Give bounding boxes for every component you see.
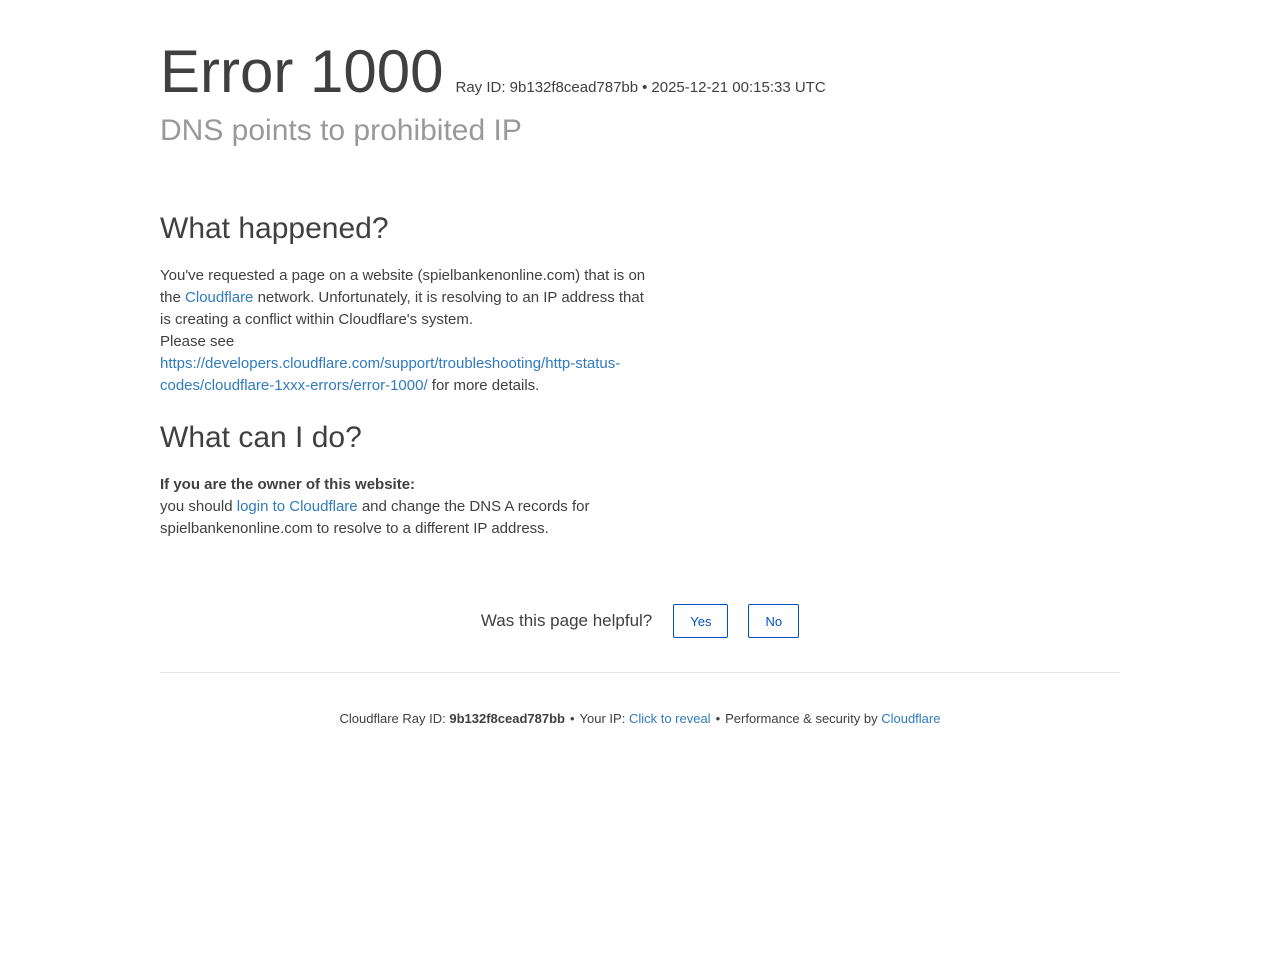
footer-cloudflare-link[interactable]: Cloudflare <box>881 711 940 726</box>
what-can-i-do-heading: What can I do? <box>160 421 362 454</box>
cloudflare-link[interactable]: Cloudflare <box>185 289 253 306</box>
owner-label: If you are the owner of this website: <box>160 476 416 493</box>
ray-info: Ray ID: 9b132f8cead787bb • 2025-12-21 00:1… <box>455 79 825 96</box>
error-title: Error 1000 <box>160 38 444 105</box>
footer-separator: • <box>569 711 575 726</box>
footer: Cloudflare Ray ID: 9b132f8cead787bb • Your… <box>0 711 1280 726</box>
error-docs-link[interactable]: https://developers.cloudflare.com/suppor… <box>160 355 620 394</box>
feedback-question: Was this page helpful? <box>480 611 653 630</box>
footer-divider <box>160 672 1120 673</box>
login-link[interactable]: login to Cloudflare <box>237 498 358 515</box>
what-can-i-do-text-1: you should <box>160 498 237 515</box>
error-subtitle: DNS points to prohibited IP <box>160 114 522 147</box>
reveal-ip-link[interactable]: Click to reveal <box>629 711 711 726</box>
what-happened-text: You've requested a page on a website (sp… <box>160 265 650 397</box>
footer-ray-id: 9b132f8cead787bb <box>449 711 565 726</box>
error-timestamp: 2025-12-21 00:15:33 UTC <box>651 79 826 96</box>
ray-id-label: Ray ID: 9b132f8cead787bb <box>455 79 639 96</box>
feedback-no-button[interactable]: No <box>748 604 800 638</box>
what-can-i-do-text: If you are the owner of this website: you… <box>160 474 610 540</box>
footer-separator: • <box>715 711 721 726</box>
footer-ray-label: Cloudflare Ray ID: <box>339 711 450 726</box>
footer-perf-label: Performance & security by <box>725 711 882 726</box>
title-row: Error 1000 Ray ID: 9b132f8cead787bb • 2025… <box>160 36 1120 108</box>
more-details-text: for more details. <box>427 377 540 394</box>
feedback-bar: Was this page helpful? Yes No <box>0 604 1280 638</box>
error-page: Error 1000 Ray ID: 9b132f8cead787bb • 2025… <box>0 0 1280 960</box>
footer-ip-label: Your IP: <box>579 711 629 726</box>
what-happened-heading: What happened? <box>160 212 389 245</box>
feedback-yes-button[interactable]: Yes <box>673 604 729 638</box>
error-header: Error 1000 Ray ID: 9b132f8cead787bb • 2025… <box>160 36 1120 108</box>
please-see-text: Please see <box>160 333 235 350</box>
ray-separator: • <box>642 79 648 96</box>
